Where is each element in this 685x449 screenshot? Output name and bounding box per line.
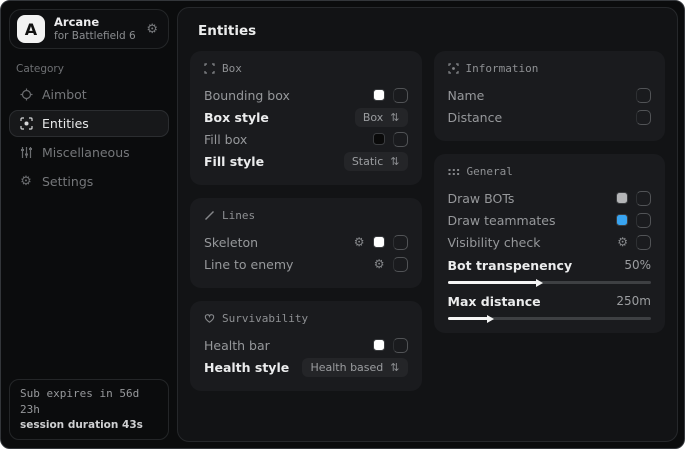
setting-row-health-bar[interactable]: Health bar	[204, 334, 408, 356]
diagonal-line-icon	[204, 210, 215, 221]
sidebar-item-aimbot[interactable]: Aimbot	[9, 81, 169, 108]
app-name: Arcane	[54, 15, 137, 29]
checkbox[interactable]	[636, 235, 651, 250]
slider-value: 50%	[624, 258, 651, 272]
sidebar-item-miscellaneous[interactable]: Miscellaneous	[9, 139, 169, 166]
checkbox[interactable]	[393, 257, 408, 272]
setting-row-visibility-check[interactable]: Visibility check ⚙	[448, 231, 652, 253]
sliders-icon	[19, 146, 33, 159]
crosshair-icon	[19, 88, 33, 101]
slider-fill[interactable]	[448, 317, 489, 320]
setting-row-skeleton[interactable]: Skeleton ⚙	[204, 231, 408, 253]
setting-row-fill-style[interactable]: Fill style Static ⇅	[204, 150, 408, 172]
health-style-dropdown[interactable]: Health based ⇅	[302, 358, 407, 377]
checkbox[interactable]	[636, 191, 651, 206]
color-swatch[interactable]	[616, 214, 628, 226]
session-duration-text: session duration 43s	[20, 418, 158, 433]
sub-expiry-text: Sub expires in 56d 23h	[20, 386, 158, 418]
scan-entities-icon	[19, 117, 33, 130]
sidebar: A Arcane for Battlefield 6 ⚙ Category Ai…	[1, 1, 177, 448]
sidebar-item-label: Settings	[42, 174, 93, 189]
checkbox[interactable]	[636, 213, 651, 228]
subscription-info: Sub expires in 56d 23h session duration …	[9, 379, 169, 440]
app-logo: A	[17, 15, 45, 43]
config-gear-icon[interactable]: ⚙	[374, 258, 385, 270]
card-general: General Draw BOTs Draw teammates	[434, 154, 666, 333]
category-label: Category	[16, 63, 169, 75]
sidebar-item-settings[interactable]: ⚙ Settings	[9, 168, 169, 195]
checkbox[interactable]	[636, 88, 651, 103]
card-title: Survivability	[222, 312, 308, 325]
slider-fill[interactable]	[448, 281, 538, 284]
color-swatch[interactable]	[616, 192, 628, 204]
card-title: General	[467, 165, 513, 178]
page-title: Entities	[198, 23, 665, 39]
setting-row-distance[interactable]: Distance	[448, 106, 652, 128]
grid-dots-icon	[448, 167, 460, 177]
card-title: Lines	[222, 209, 255, 222]
chevron-updown-icon: ⇅	[390, 361, 399, 374]
checkbox[interactable]	[393, 338, 408, 353]
sidebar-item-label: Miscellaneous	[42, 145, 130, 160]
card-survivability: Survivability Health bar Health style	[190, 301, 422, 391]
box-style-dropdown[interactable]: Box ⇅	[355, 108, 408, 127]
setting-row-draw-bots[interactable]: Draw BOTs	[448, 187, 652, 209]
setting-row-box-style[interactable]: Box style Box ⇅	[204, 106, 408, 128]
color-swatch[interactable]	[373, 89, 385, 101]
card-title: Box	[222, 62, 242, 75]
sidebar-nav: Aimbot Entities Miscella	[9, 79, 169, 195]
app-settings-icon[interactable]: ⚙	[146, 22, 158, 37]
sidebar-item-entities[interactable]: Entities	[9, 110, 169, 137]
config-gear-icon[interactable]: ⚙	[617, 236, 628, 248]
slider-max-distance: Max distance 250m	[448, 291, 652, 320]
checkbox[interactable]	[393, 235, 408, 250]
card-box: Box Bounding box Box style Box	[190, 51, 422, 185]
color-swatch[interactable]	[373, 133, 385, 145]
setting-row-name[interactable]: Name	[448, 84, 652, 106]
config-gear-icon[interactable]: ⚙	[354, 236, 365, 248]
heart-icon	[204, 313, 215, 324]
card-title: Information	[466, 62, 539, 75]
sidebar-item-label: Entities	[42, 116, 89, 131]
checkbox[interactable]	[393, 132, 408, 147]
chevron-updown-icon: ⇅	[390, 111, 399, 124]
color-swatch[interactable]	[373, 236, 385, 248]
fill-style-dropdown[interactable]: Static ⇅	[344, 152, 408, 171]
setting-row-draw-teammates[interactable]: Draw teammates	[448, 209, 652, 231]
color-swatch[interactable]	[373, 339, 385, 351]
card-lines: Lines Skeleton ⚙ Line to enemy ⚙	[190, 198, 422, 288]
checkbox[interactable]	[636, 110, 651, 125]
box-corners-icon	[204, 63, 215, 74]
logo-card: A Arcane for Battlefield 6 ⚙	[9, 9, 169, 49]
slider-value: 250m	[616, 294, 651, 308]
setting-row-line-to-enemy[interactable]: Line to enemy ⚙	[204, 253, 408, 275]
app-window: A Arcane for Battlefield 6 ⚙ Category Ai…	[0, 0, 685, 449]
setting-row-fill-box[interactable]: Fill box	[204, 128, 408, 150]
main-panel: Entities Box Bounding box	[177, 7, 678, 442]
setting-row-health-style[interactable]: Health style Health based ⇅	[204, 356, 408, 378]
checkbox[interactable]	[393, 88, 408, 103]
card-information: Information Name Distance	[434, 51, 666, 141]
app-subtitle: for Battlefield 6	[54, 30, 137, 43]
slider-bot-transparency: Bot transpenency 50%	[448, 255, 652, 284]
slider-track[interactable]	[448, 317, 652, 320]
scan-info-icon	[448, 63, 459, 74]
chevron-updown-icon: ⇅	[390, 155, 399, 168]
slider-track[interactable]	[448, 281, 652, 284]
gear-icon: ⚙	[19, 174, 33, 189]
sidebar-item-label: Aimbot	[42, 87, 87, 102]
setting-row-bounding-box[interactable]: Bounding box	[204, 84, 408, 106]
